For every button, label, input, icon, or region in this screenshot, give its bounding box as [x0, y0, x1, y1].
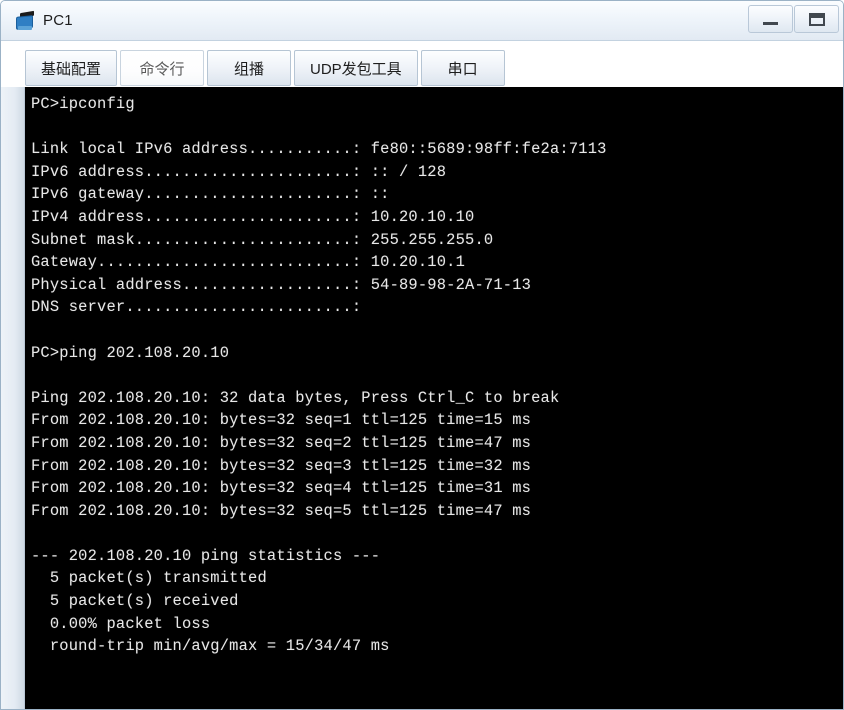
- pc-monitor-icon: [15, 10, 37, 32]
- tab-udp-packet-tool[interactable]: UDP发包工具: [294, 50, 418, 86]
- terminal-line: 0.00% packet loss: [31, 614, 211, 633]
- terminal-line: From 202.108.20.10: bytes=32 seq=1 ttl=1…: [31, 411, 532, 430]
- minimize-icon: [763, 22, 778, 25]
- tab-list: 基础配置 命令行 组播 UDP发包工具 串口: [25, 50, 508, 86]
- terminal-line: IPv6 address......................: :: /…: [31, 162, 447, 181]
- terminal-line: Link local IPv6 address...........: fe80…: [31, 140, 607, 159]
- tab-label: 组播: [234, 60, 265, 78]
- terminal-line: 5 packet(s) received: [31, 592, 239, 611]
- tab-label: 基础配置: [41, 60, 102, 78]
- minimize-button[interactable]: [748, 5, 793, 33]
- window-title: PC1: [43, 12, 73, 29]
- tab-command-line[interactable]: 命令行: [120, 50, 205, 86]
- window-left-edge: [1, 87, 25, 709]
- terminal-line: 5 packet(s) transmitted: [31, 569, 267, 588]
- terminal-line: From 202.108.20.10: bytes=32 seq=5 ttl=1…: [31, 501, 532, 520]
- terminal-output: PC>ipconfig Link local IPv6 address......…: [31, 93, 843, 658]
- terminal-line: PC>ping 202.108.20.10: [31, 343, 230, 362]
- terminal-console[interactable]: PC>ipconfig Link local IPv6 address......…: [25, 87, 843, 709]
- tab-label: UDP发包工具: [310, 60, 402, 78]
- tab-strip: 基础配置 命令行 组播 UDP发包工具 串口: [1, 41, 843, 87]
- terminal-line: Subnet mask.......................: 255.…: [31, 230, 494, 249]
- terminal-line: From 202.108.20.10: bytes=32 seq=4 ttl=1…: [31, 479, 532, 498]
- terminal-line: Ping 202.108.20.10: 32 data bytes, Press…: [31, 388, 560, 407]
- terminal-line: round-trip min/avg/max = 15/34/47 ms: [31, 637, 390, 656]
- terminal-line: From 202.108.20.10: bytes=32 seq=3 ttl=1…: [31, 456, 532, 475]
- maximize-icon: [809, 13, 825, 26]
- terminal-line: IPv4 address......................: 10.2…: [31, 207, 475, 226]
- window-title-group: PC1: [15, 8, 73, 34]
- terminal-line: PC>ipconfig: [31, 95, 135, 113]
- tab-label: 串口: [447, 60, 478, 78]
- maximize-button[interactable]: [794, 5, 839, 33]
- tab-label: 命令行: [139, 60, 185, 78]
- pc1-window: PC1 基础配置 命令行 组播 UDP发包工具 串口 PC>ipconfig L…: [0, 0, 844, 710]
- tab-multicast[interactable]: 组播: [207, 50, 292, 86]
- terminal-line: From 202.108.20.10: bytes=32 seq=2 ttl=1…: [31, 433, 532, 452]
- window-controls: [747, 5, 839, 33]
- terminal-line: --- 202.108.20.10 ping statistics ---: [31, 546, 381, 565]
- terminal-line: Physical address..................: 54-8…: [31, 275, 532, 294]
- terminal-line: IPv6 gateway......................: ::: [31, 185, 390, 204]
- tab-basic-config[interactable]: 基础配置: [25, 50, 118, 86]
- terminal-line: DNS server........................:: [31, 298, 362, 317]
- tab-serial-port[interactable]: 串口: [420, 50, 505, 86]
- terminal-line: Gateway...........................: 10.2…: [31, 253, 466, 272]
- title-bar: PC1: [1, 1, 843, 41]
